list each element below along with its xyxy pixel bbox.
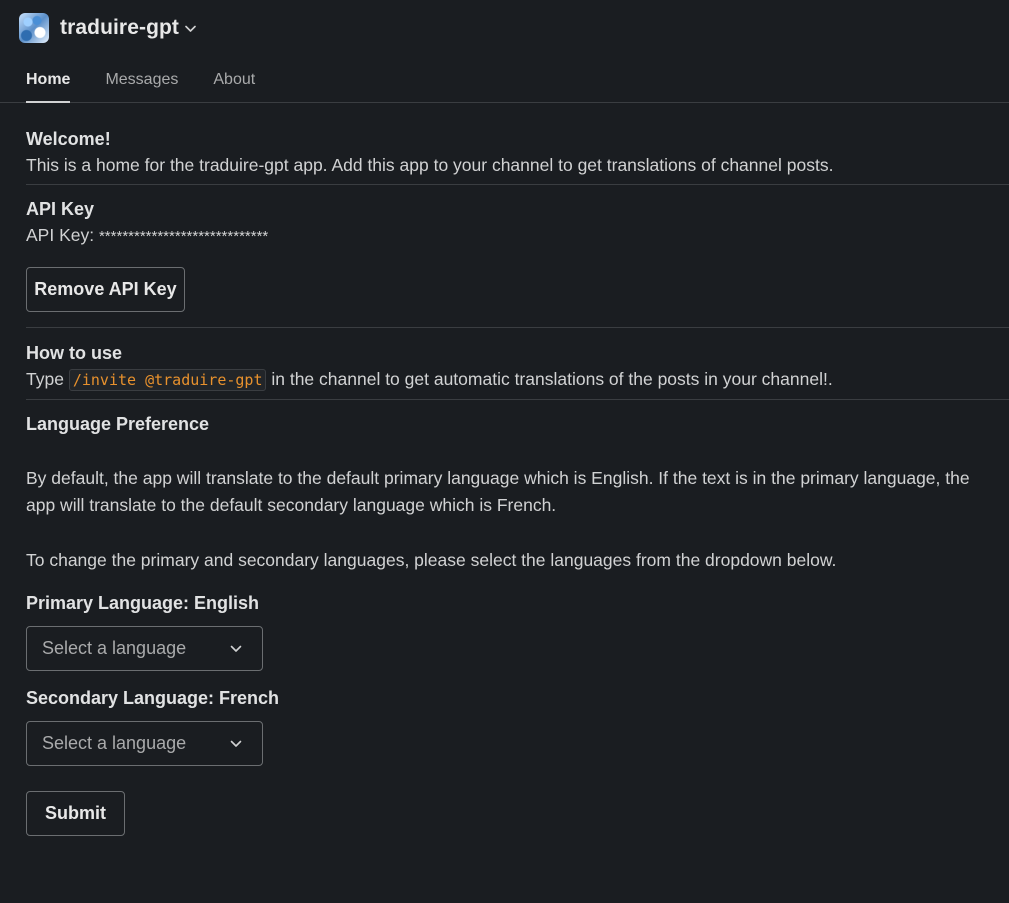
secondary-language-label: Secondary Language: French bbox=[26, 688, 280, 708]
secondary-language-select[interactable]: Select a language bbox=[26, 721, 263, 766]
api-key-line: API Key: ***************************** bbox=[26, 222, 1009, 250]
home-content: Welcome! This is a home for the traduire… bbox=[0, 103, 1009, 836]
tab-bar: Home Messages About bbox=[0, 56, 1009, 103]
how-to-use-title: How to use bbox=[26, 343, 123, 363]
api-key-title: API Key bbox=[26, 199, 95, 219]
how-to-use-section: How to use Type /invite @traduire-gpt in… bbox=[26, 328, 1009, 394]
app-header: traduire-gpt bbox=[0, 0, 1009, 56]
language-change-text: To change the primary and secondary lang… bbox=[26, 550, 837, 570]
tab-home[interactable]: Home bbox=[26, 56, 71, 103]
welcome-text: This is a home for the traduire-gpt app.… bbox=[26, 155, 834, 175]
tab-about[interactable]: About bbox=[213, 56, 255, 102]
submit-button[interactable]: Submit bbox=[26, 791, 125, 836]
primary-language-select[interactable]: Select a language bbox=[26, 626, 263, 671]
invite-command-code: /invite @traduire-gpt bbox=[68, 369, 267, 391]
how-to-use-text: Type /invite @traduire-gpt in the channe… bbox=[26, 366, 1009, 394]
chevron-down-icon bbox=[229, 642, 243, 656]
secondary-language-placeholder: Select a language bbox=[42, 733, 187, 753]
chevron-down-icon bbox=[229, 737, 243, 751]
api-key-section: API Key API Key: ***********************… bbox=[26, 185, 1009, 312]
app-title[interactable]: traduire-gpt bbox=[60, 16, 179, 40]
how-to-use-suffix: in the channel to get automatic translat… bbox=[271, 369, 833, 389]
primary-language-label: Primary Language: English bbox=[26, 593, 260, 613]
welcome-section: Welcome! This is a home for the traduire… bbox=[26, 103, 1009, 179]
api-key-value: ***************************** bbox=[98, 228, 269, 245]
language-preference-section: Language Preference By default, the app … bbox=[26, 400, 1009, 836]
remove-api-key-button[interactable]: Remove API Key bbox=[26, 267, 185, 312]
how-to-use-prefix: Type bbox=[26, 369, 64, 389]
language-default-text: By default, the app will translate to th… bbox=[26, 468, 970, 515]
tab-messages[interactable]: Messages bbox=[105, 56, 178, 102]
language-preference-title: Language Preference bbox=[26, 414, 210, 434]
api-key-label: API Key: bbox=[26, 225, 95, 245]
app-avatar-icon[interactable] bbox=[19, 13, 49, 43]
chevron-down-icon[interactable] bbox=[184, 23, 196, 35]
primary-language-placeholder: Select a language bbox=[42, 638, 187, 658]
welcome-title: Welcome! bbox=[26, 129, 111, 149]
